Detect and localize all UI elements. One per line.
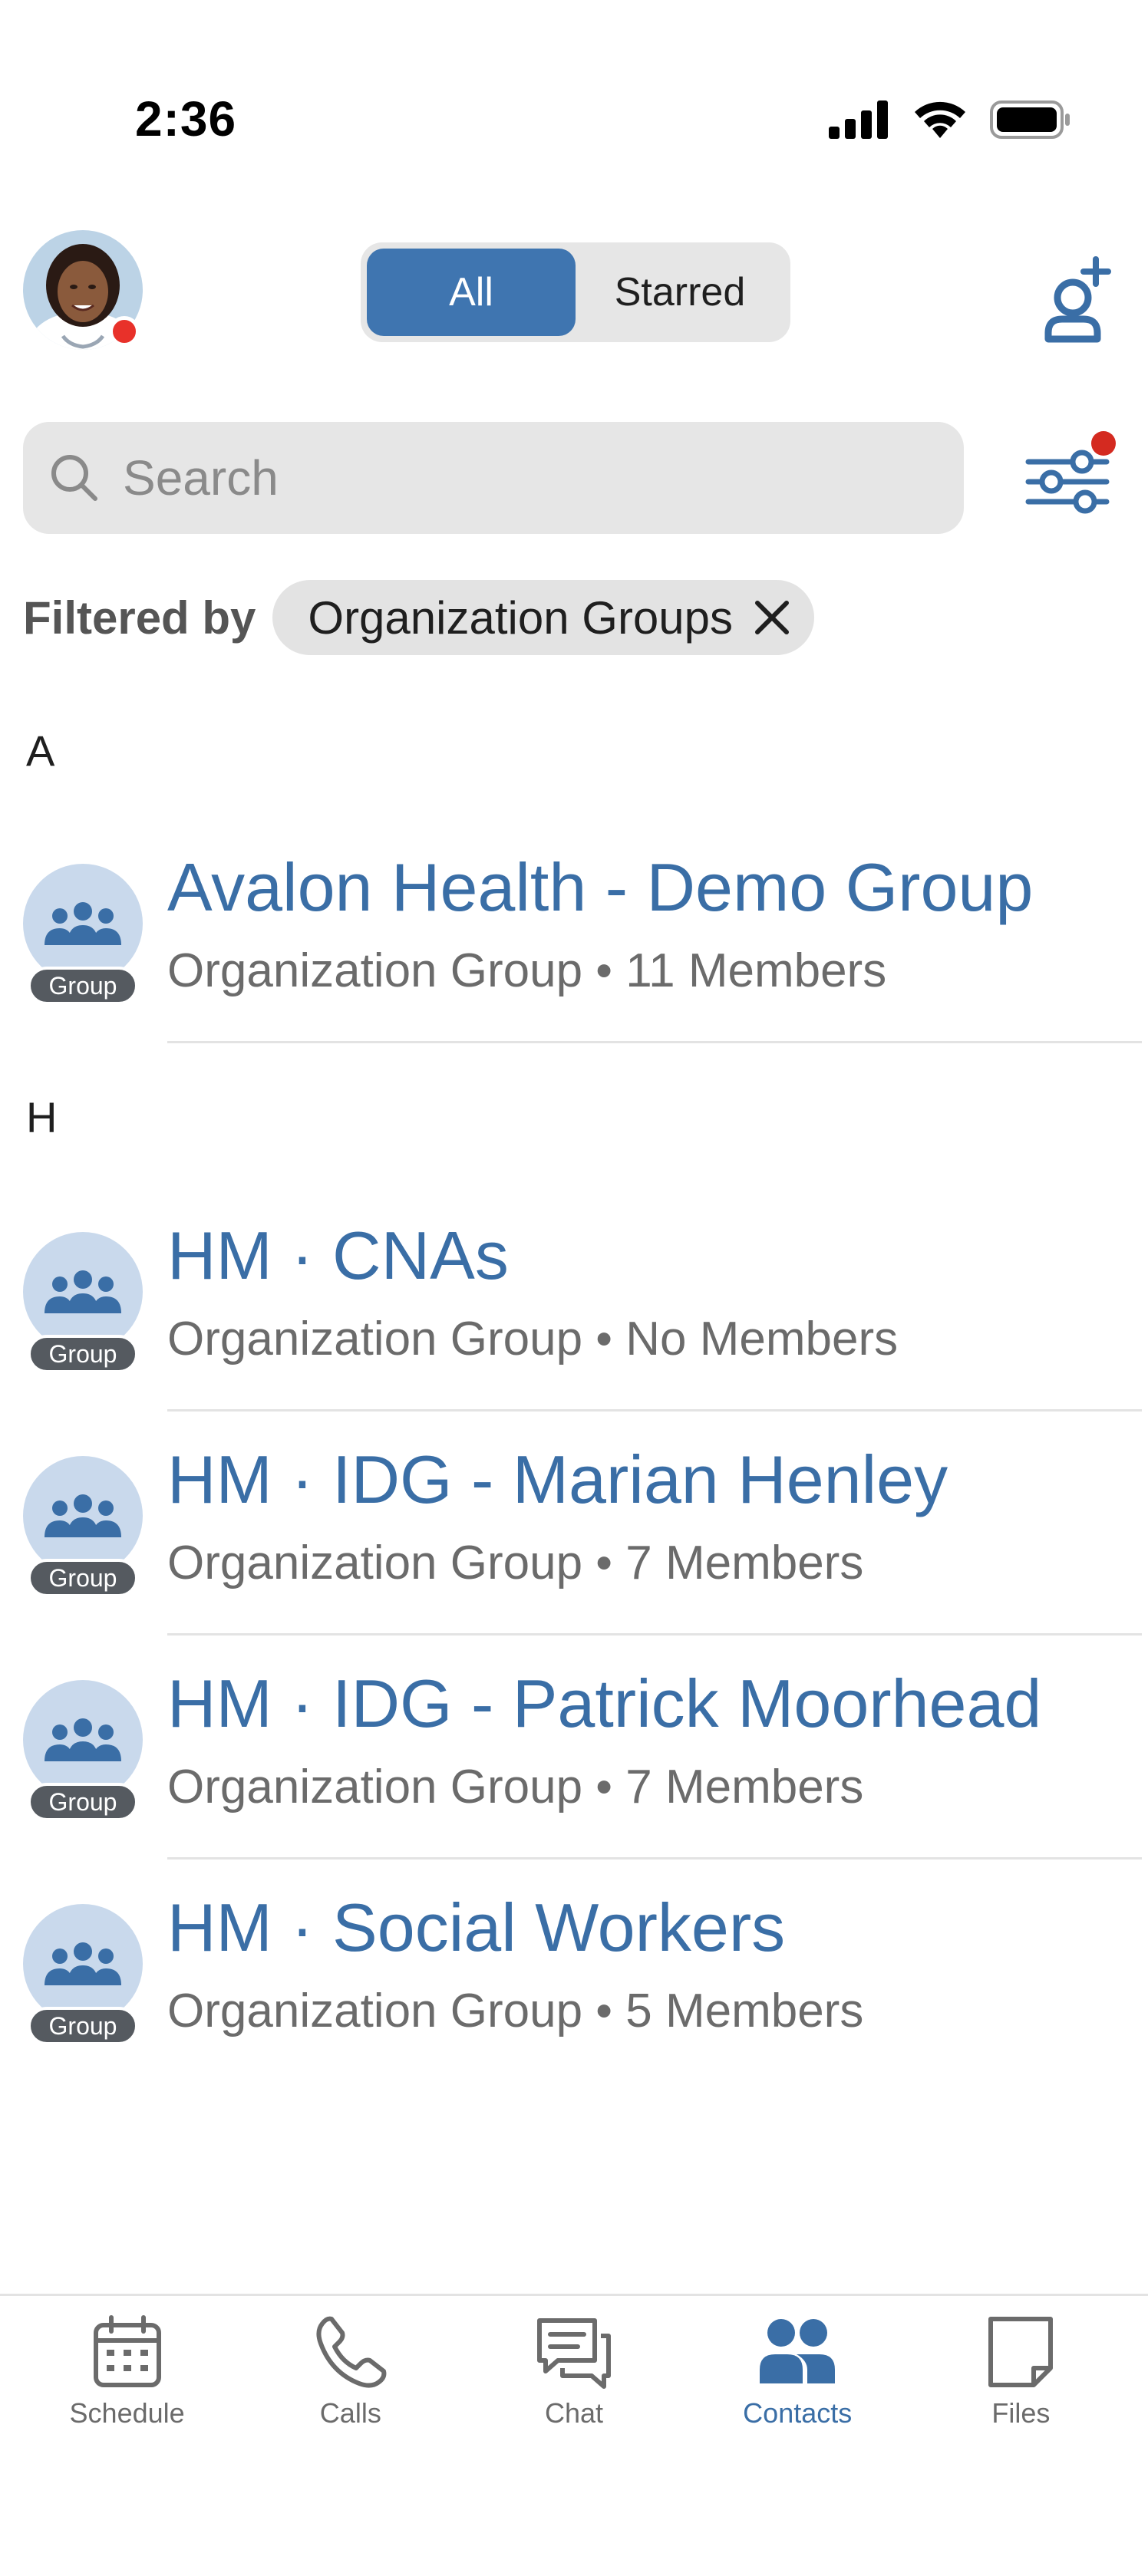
- wifi-icon: [915, 101, 965, 138]
- filtered-by-label: Filtered by: [23, 591, 256, 644]
- group-badge: Group: [28, 1559, 138, 1597]
- group-badge: Group: [28, 1783, 138, 1821]
- search-placeholder: Search: [123, 450, 279, 506]
- contact-name: HM · Social Workers: [167, 1889, 786, 1965]
- list-item[interactable]: Group HM · Social Workers Organization G…: [0, 1860, 1148, 2084]
- cellular-signal-icon: [829, 100, 888, 139]
- contacts-icon: [760, 2319, 836, 2383]
- avatar[interactable]: [23, 230, 143, 350]
- filter-row: Filtered by Organization Groups: [23, 580, 815, 655]
- search-input[interactable]: Search: [23, 422, 964, 534]
- group-people-icon: [45, 1718, 121, 1761]
- presence-indicator: [109, 316, 140, 347]
- segment-all[interactable]: All: [367, 249, 576, 336]
- contact-subtitle: Organization Group • 7 Members: [167, 1537, 864, 1589]
- contact-name: HM · IDG - Marian Henley: [167, 1441, 948, 1517]
- contact-name: Avalon Health - Demo Group: [167, 849, 1034, 925]
- contact-subtitle: Organization Group • 7 Members: [167, 1761, 864, 1813]
- group-people-icon: [45, 1494, 121, 1537]
- file-icon: [988, 2317, 1054, 2387]
- group-avatar: Group: [23, 1680, 143, 1821]
- bottom-tab-bar: Schedule Calls Chat Contacts Files: [0, 2294, 1148, 2576]
- segment-starred[interactable]: Starred: [576, 249, 784, 336]
- list-item[interactable]: Group HM · IDG - Patrick Moorhead Organi…: [0, 1636, 1148, 1860]
- tab-label: Files: [991, 2397, 1051, 2429]
- tab-label: Chat: [544, 2397, 604, 2429]
- chat-icon: [537, 2318, 611, 2389]
- group-avatar: Group: [23, 864, 143, 1005]
- contact-subtitle: Organization Group • No Members: [167, 1313, 899, 1365]
- tab-chat[interactable]: Chat: [462, 2296, 685, 2480]
- group-people-icon: [45, 1270, 121, 1313]
- status-bar: 2:36: [0, 0, 1148, 176]
- contact-name: HM · IDG - Patrick Moorhead: [167, 1665, 1042, 1741]
- contact-subtitle: Organization Group • 11 Members: [167, 944, 887, 997]
- header: All Starred: [0, 222, 1148, 361]
- group-avatar: Group: [23, 1904, 143, 2045]
- group-badge: Group: [28, 2007, 138, 2045]
- group-people-icon: [45, 1942, 121, 1985]
- group-badge: Group: [28, 967, 138, 1005]
- tab-label: Schedule: [69, 2397, 185, 2429]
- tab-contacts[interactable]: Contacts: [686, 2296, 909, 2480]
- contact-name: HM · CNAs: [167, 1217, 509, 1293]
- filter-chip-label: Organization Groups: [308, 591, 734, 644]
- status-time: 2:36: [135, 91, 237, 147]
- group-people-icon: [45, 902, 121, 945]
- status-icons: [829, 100, 1071, 140]
- tab-label: Calls: [319, 2397, 381, 2429]
- phone-icon: [316, 2316, 387, 2388]
- list-item[interactable]: Group HM · CNAs Organization Group • No …: [0, 1188, 1148, 1412]
- battery-icon: [990, 100, 1070, 139]
- group-badge: Group: [28, 1335, 138, 1373]
- filter-chip-organization-groups[interactable]: Organization Groups: [272, 580, 815, 655]
- section-header-h: H: [26, 1093, 58, 1141]
- list-item[interactable]: Group HM · IDG - Marian Henley Organizat…: [0, 1412, 1148, 1636]
- tab-files[interactable]: Files: [909, 2296, 1133, 2480]
- tab-schedule[interactable]: Schedule: [15, 2296, 239, 2480]
- active-filter-indicator: [1091, 431, 1116, 456]
- group-avatar: Group: [23, 1232, 143, 1373]
- calendar-icon: [93, 2315, 161, 2387]
- add-contact-icon[interactable]: [1042, 253, 1119, 345]
- contact-subtitle: Organization Group • 5 Members: [167, 1985, 864, 2037]
- tab-label: Contacts: [743, 2397, 853, 2429]
- group-avatar: Group: [23, 1456, 143, 1597]
- tab-calls[interactable]: Calls: [239, 2296, 462, 2480]
- search-icon: [51, 455, 97, 501]
- contacts-filter-segmented-control: All Starred: [361, 242, 790, 342]
- list-item[interactable]: Group Avalon Health - Demo Group Organiz…: [0, 819, 1148, 1043]
- close-icon[interactable]: [753, 598, 791, 637]
- divider: [167, 1041, 1142, 1043]
- section-header-a: A: [26, 726, 55, 775]
